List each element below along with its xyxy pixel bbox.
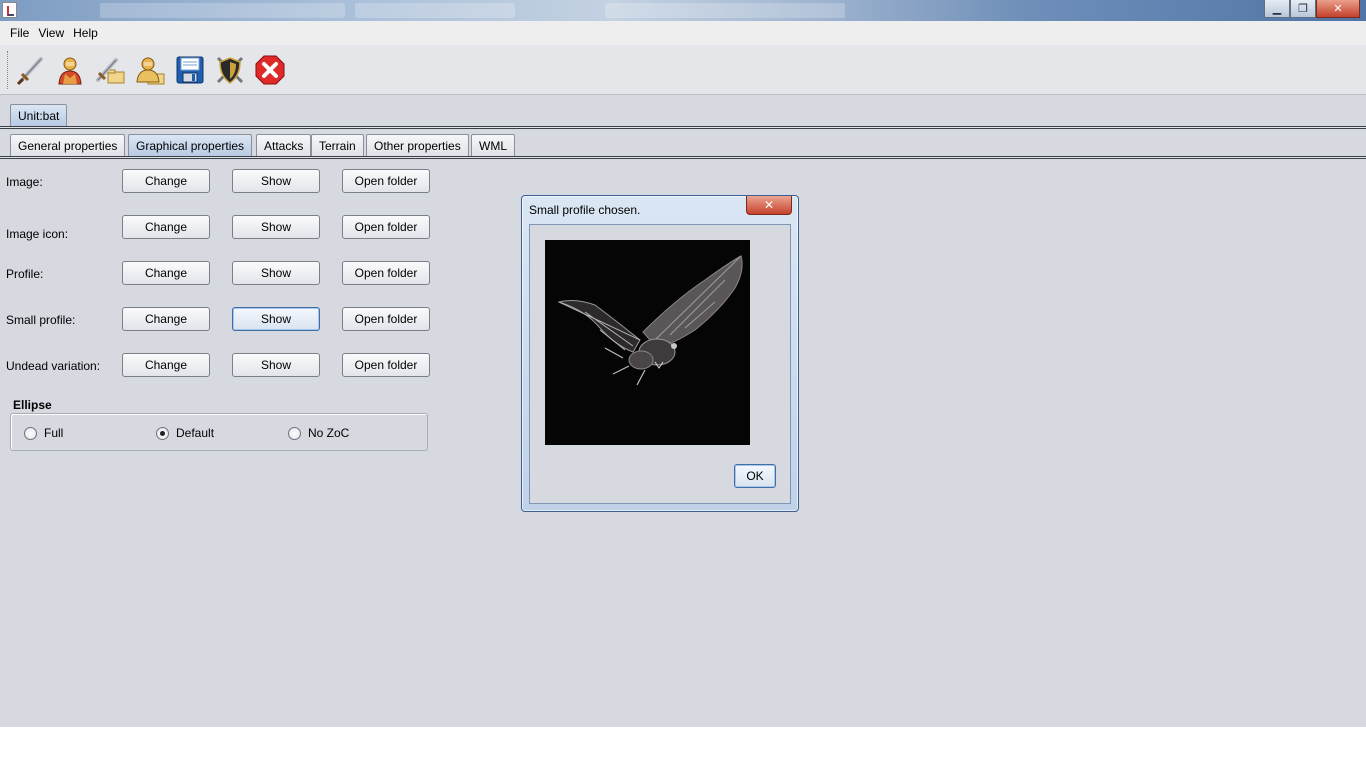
tab-label: General properties xyxy=(18,138,118,153)
close-window-button[interactable]: ✕ xyxy=(1316,0,1360,18)
tab-label: Other properties xyxy=(374,138,461,153)
small-profile-dialog: Small profile chosen. ✕ OK xyxy=(521,195,799,512)
menu-view[interactable]: View xyxy=(38,26,64,40)
image-show-button[interactable]: Show xyxy=(232,169,320,193)
tab-label: Unit:bat xyxy=(18,108,60,123)
tab-general-properties[interactable]: General properties xyxy=(10,134,126,156)
app-window: File View Help Unit:bat General properti… xyxy=(0,21,1366,727)
bat-image xyxy=(557,255,743,386)
row-label-profile: Profile: xyxy=(6,267,44,281)
undead-variation-show-button[interactable]: Show xyxy=(232,353,320,377)
unit-icon xyxy=(58,57,82,85)
sword-icon xyxy=(16,57,43,86)
toolbar xyxy=(0,45,1366,95)
desktop-strip xyxy=(0,727,1366,768)
ellipse-no-zoc-radio[interactable]: No ZoC xyxy=(288,426,349,440)
radio-button-icon[interactable] xyxy=(288,426,301,440)
shield-icon xyxy=(216,56,244,84)
radio-label: Full xyxy=(44,426,64,440)
row-label-undead-variation: Undead variation: xyxy=(6,359,101,373)
small-profile-open-folder-button[interactable]: Open folder xyxy=(342,307,430,331)
minimize-button[interactable]: ▁ xyxy=(1264,0,1290,18)
row-label-image: Image: xyxy=(6,175,43,189)
tab-unit-bat[interactable]: Unit:bat xyxy=(10,104,68,126)
image-icon-change-button[interactable]: Change xyxy=(122,215,210,239)
radio-button-icon[interactable] xyxy=(156,426,169,440)
image-icon-show-button[interactable]: Show xyxy=(232,215,320,239)
small-profile-change-button[interactable]: Change xyxy=(122,307,210,331)
tab-label: Graphical properties xyxy=(136,138,245,153)
undead-variation-change-button[interactable]: Change xyxy=(122,353,210,377)
new-unit-button[interactable] xyxy=(14,53,48,87)
toolbar-grip[interactable] xyxy=(7,51,10,89)
tab-other-properties[interactable]: Other properties xyxy=(366,134,469,156)
small-profile-show-button[interactable]: Show xyxy=(232,307,320,331)
exit-icon xyxy=(255,55,285,85)
title-blur xyxy=(605,3,845,18)
image-change-button[interactable]: Change xyxy=(122,169,210,193)
window-title-bar: ▁ ❐ ✕ xyxy=(0,0,1366,21)
profile-open-folder-button[interactable]: Open folder xyxy=(342,261,430,285)
new-unit-profile-button[interactable] xyxy=(53,53,87,87)
radio-label: No ZoC xyxy=(308,426,350,440)
ellipse-group-title: Ellipse xyxy=(13,398,52,412)
tab-wml[interactable]: WML xyxy=(471,134,515,156)
ellipse-group: Full Default No ZoC xyxy=(10,413,428,451)
menu-help[interactable]: Help xyxy=(73,26,98,40)
save-icon xyxy=(176,56,204,84)
radio-label: Default xyxy=(176,426,215,440)
menubar: File View Help xyxy=(0,21,1366,45)
title-blur xyxy=(355,3,515,18)
tab-terrain[interactable]: Terrain xyxy=(311,134,364,156)
profile-show-button[interactable]: Show xyxy=(232,261,320,285)
restore-button[interactable]: ❐ xyxy=(1290,0,1316,18)
title-blur xyxy=(100,3,345,18)
open-unit-icon xyxy=(136,57,165,85)
row-label-image-icon: Image icon: xyxy=(6,227,69,241)
dialog-title: Small profile chosen. xyxy=(529,203,641,217)
tab-label: WML xyxy=(479,138,507,153)
open-sword-icon xyxy=(96,58,125,84)
menu-file[interactable]: File xyxy=(10,26,29,40)
dialog-body: OK xyxy=(529,224,791,504)
tab-separator xyxy=(0,126,1366,129)
dialog-close-button[interactable]: ✕ xyxy=(746,196,792,215)
row-label-small-profile: Small profile: xyxy=(6,313,76,327)
dialog-ok-button[interactable]: OK xyxy=(734,464,776,488)
ellipse-default-radio[interactable]: Default xyxy=(156,426,214,440)
tab-label: Attacks xyxy=(264,138,304,153)
profile-change-button[interactable]: Change xyxy=(122,261,210,285)
radio-button-icon[interactable] xyxy=(24,426,37,440)
undead-variation-open-folder-button[interactable]: Open folder xyxy=(342,353,430,377)
exit-button[interactable] xyxy=(253,53,287,87)
image-open-folder-button[interactable]: Open folder xyxy=(342,169,430,193)
validate-button[interactable] xyxy=(213,53,247,87)
small-profile-image xyxy=(545,240,750,445)
app-icon[interactable] xyxy=(2,2,17,18)
open-unit-file-button[interactable] xyxy=(93,53,127,87)
tab-separator xyxy=(0,156,1366,159)
tab-attacks[interactable]: Attacks xyxy=(256,134,312,156)
tab-graphical-properties[interactable]: Graphical properties xyxy=(128,134,253,156)
ellipse-full-radio[interactable]: Full xyxy=(24,426,63,440)
unit-tab-strip: Unit:bat xyxy=(0,104,1366,127)
save-button[interactable] xyxy=(173,53,207,87)
open-unit-profile-button[interactable] xyxy=(133,53,167,87)
tab-label: Terrain xyxy=(319,138,356,153)
image-icon-open-folder-button[interactable]: Open folder xyxy=(342,215,430,239)
property-tab-strip: General properties Graphical properties … xyxy=(0,134,1366,157)
